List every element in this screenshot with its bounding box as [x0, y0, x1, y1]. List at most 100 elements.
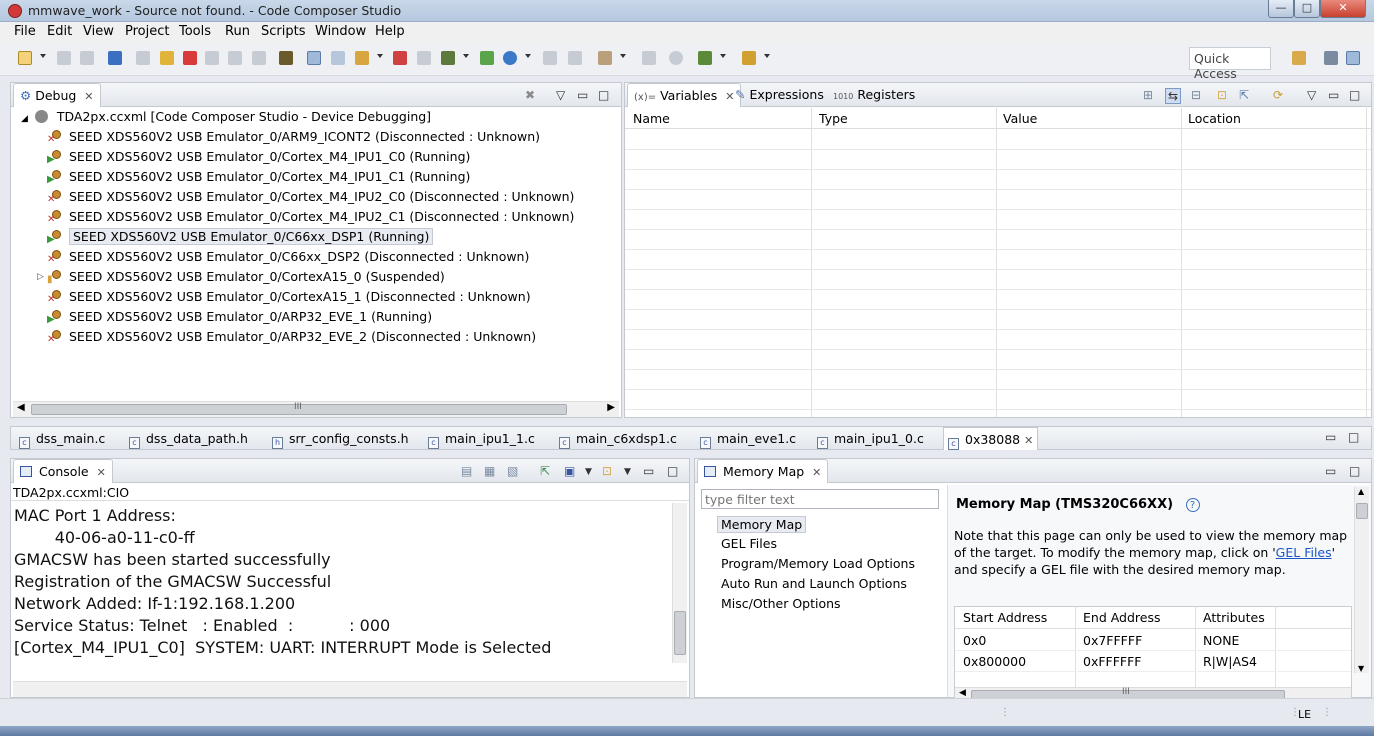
show-type-names-icon[interactable]: ⊞ — [1143, 88, 1153, 102]
tab-main-eve1-c[interactable]: c main_eve1.c — [696, 427, 800, 449]
scroll-up-icon[interactable]: ▲ — [1358, 487, 1364, 496]
debug-target-item[interactable]: ✕ SEED XDS560V2 USB Emulator_0/Cortex_M4_… — [47, 187, 574, 207]
column-end-address[interactable]: End Address — [1083, 610, 1161, 625]
expand-arrow-icon[interactable]: ▷ — [37, 267, 44, 287]
nav-item[interactable]: GEL Files — [721, 536, 777, 551]
minimize-view-icon[interactable]: ▭ — [1325, 430, 1336, 444]
close-icon[interactable]: ✕ — [97, 466, 106, 479]
step-over-icon[interactable] — [228, 51, 242, 65]
scroll-left-icon[interactable]: ◀ — [959, 688, 966, 698]
tab-main-ipu1-1-c[interactable]: c main_ipu1_1.c — [424, 427, 539, 449]
nav-item[interactable]: Auto Run and Launch Options — [721, 576, 907, 591]
hammer-icon[interactable] — [598, 51, 612, 65]
scroll-lock-icon[interactable]: ▦ — [484, 464, 495, 478]
debug-root[interactable]: ◢ TDA2px.ccxml [Code Composer Studio - D… — [21, 107, 431, 127]
debug-target-item[interactable]: ✕ SEED XDS560V2 USB Emulator_0/Cortex_M4_… — [47, 207, 574, 227]
run-to-line-icon[interactable] — [543, 51, 557, 65]
help-icon[interactable]: ? — [1185, 498, 1200, 512]
quick-access-input[interactable]: Quick Access — [1189, 47, 1271, 81]
menu-tools[interactable]: Tools — [179, 24, 211, 39]
tab-srr-config-consts-h[interactable]: h srr_config_consts.h — [268, 427, 413, 449]
pin-console-icon[interactable]: ⇱ — [540, 464, 550, 478]
debug-target-item[interactable]: ✕ SEED XDS560V2 USB Emulator_0/ARM9_ICONT… — [47, 127, 540, 147]
table-row[interactable]: 0x0 0x7FFFFF NONE — [955, 630, 1351, 651]
maximize-view-icon[interactable]: □ — [1349, 88, 1360, 102]
scroll-left-icon[interactable]: ◀ — [17, 402, 25, 413]
menu-view[interactable]: View — [83, 24, 114, 39]
gel-files-link[interactable]: GEL Files — [1276, 545, 1332, 560]
debug-view-icon[interactable] — [108, 51, 122, 65]
save-icon[interactable] — [57, 51, 71, 65]
chevron-down-icon[interactable]: ▼ — [624, 467, 631, 477]
chevron-down-icon[interactable] — [377, 54, 383, 58]
close-button[interactable]: ✕ — [1320, 0, 1366, 18]
chevron-down-icon[interactable] — [40, 54, 46, 58]
display-console-icon[interactable]: ▣ — [564, 464, 575, 478]
filter-input[interactable] — [701, 489, 939, 509]
debug-target-item[interactable]: ✕ SEED XDS560V2 USB Emulator_0/ARP32_EVE_… — [47, 327, 536, 347]
chevron-down-icon[interactable] — [525, 54, 531, 58]
debug-icon[interactable] — [503, 51, 517, 65]
menu-scripts[interactable]: Scripts — [261, 24, 305, 39]
chevron-down-icon[interactable] — [720, 54, 726, 58]
menu-run[interactable]: Run — [225, 24, 250, 39]
debug-hscroll[interactable]: ◀ III ▶ — [13, 401, 619, 417]
expand-arrow-icon[interactable]: ◢ — [21, 114, 28, 124]
column-attributes[interactable]: Attributes — [1203, 610, 1265, 625]
tab-main-ipu1-0-c[interactable]: c main_ipu1_0.c — [813, 427, 928, 449]
hscroll-thumb[interactable]: III — [31, 402, 567, 415]
minimize-view-icon[interactable]: ▭ — [577, 88, 588, 102]
chevron-down-icon[interactable] — [620, 54, 626, 58]
terminate-icon[interactable] — [183, 51, 197, 65]
minimize-view-icon[interactable]: ▭ — [1325, 464, 1336, 478]
open-perspective-icon[interactable] — [1292, 51, 1306, 65]
search-icon[interactable] — [669, 51, 683, 65]
menu-help[interactable]: Help — [375, 24, 405, 39]
open-console-icon[interactable]: ⊡ — [602, 464, 612, 478]
pin-icon[interactable] — [742, 51, 756, 65]
profile-icon[interactable] — [642, 51, 656, 65]
table-row[interactable]: 0x800000 0xFFFFFF R|W|AS4 — [955, 651, 1351, 672]
refresh-icon[interactable] — [480, 51, 494, 65]
export-icon[interactable]: ⇱ — [1239, 88, 1249, 102]
maximize-button[interactable]: □ — [1294, 0, 1320, 18]
close-icon[interactable]: ✕ — [812, 466, 821, 479]
new-view-icon[interactable]: ⊡ — [1217, 88, 1227, 102]
scroll-down-icon[interactable]: ▼ — [1358, 664, 1364, 673]
column-value[interactable]: Value — [1003, 111, 1037, 126]
connect-target-icon[interactable] — [307, 51, 321, 65]
debug-target-item[interactable]: ▷ ▮ SEED XDS560V2 USB Emulator_0/CortexA15… — [37, 267, 445, 287]
show-logical-structure-icon[interactable]: ⇆ — [1165, 88, 1182, 104]
tab-main-c6xdsp1-c[interactable]: c main_c6xdsp1.c — [555, 427, 681, 449]
tab-expressions[interactable]: ✎ Expressions — [729, 83, 830, 107]
console-vscroll[interactable] — [672, 503, 687, 663]
nav-item[interactable]: Memory Map — [717, 516, 807, 533]
tab-console[interactable]: Console ✕ — [13, 459, 113, 483]
step-return-icon[interactable] — [252, 51, 266, 65]
external-tools-icon[interactable] — [698, 51, 712, 65]
tab-debug[interactable]: ⚙ Debug ✕ — [13, 83, 101, 107]
menu-project[interactable]: Project — [125, 24, 169, 39]
debug-target-item[interactable]: ▶ SEED XDS560V2 USB Emulator_0/Cortex_M4_… — [47, 167, 470, 187]
minimize-view-icon[interactable]: ▭ — [1328, 88, 1339, 102]
instruction-step-icon[interactable] — [331, 51, 345, 65]
resume-icon[interactable] — [136, 51, 150, 65]
column-location[interactable]: Location — [1188, 111, 1241, 126]
menu-window[interactable]: Window — [315, 24, 366, 39]
column-type[interactable]: Type — [819, 111, 848, 126]
view-menu-icon[interactable]: ▽ — [556, 88, 565, 102]
new-icon[interactable] — [18, 51, 32, 65]
scroll-right-icon[interactable]: ▶ — [607, 402, 615, 413]
chevron-down-icon[interactable] — [463, 54, 469, 58]
chevron-down-icon[interactable] — [764, 54, 770, 58]
tab-dss-main-c[interactable]: c dss_main.c — [15, 427, 109, 449]
close-icon[interactable]: ✕ — [1024, 434, 1033, 447]
vscroll-thumb[interactable] — [674, 611, 686, 655]
nav-item[interactable]: Misc/Other Options — [721, 596, 841, 611]
collapse-all-icon[interactable]: ⊟ — [1191, 88, 1201, 102]
tab-memory-map[interactable]: Memory Map ✕ — [697, 459, 829, 483]
tab-0x38088[interactable]: c 0x38088 ✕ — [943, 427, 1039, 450]
column-start-address[interactable]: Start Address — [963, 610, 1047, 625]
build-icon[interactable] — [441, 51, 455, 65]
refresh-icon[interactable]: ⟳ — [1273, 88, 1283, 102]
